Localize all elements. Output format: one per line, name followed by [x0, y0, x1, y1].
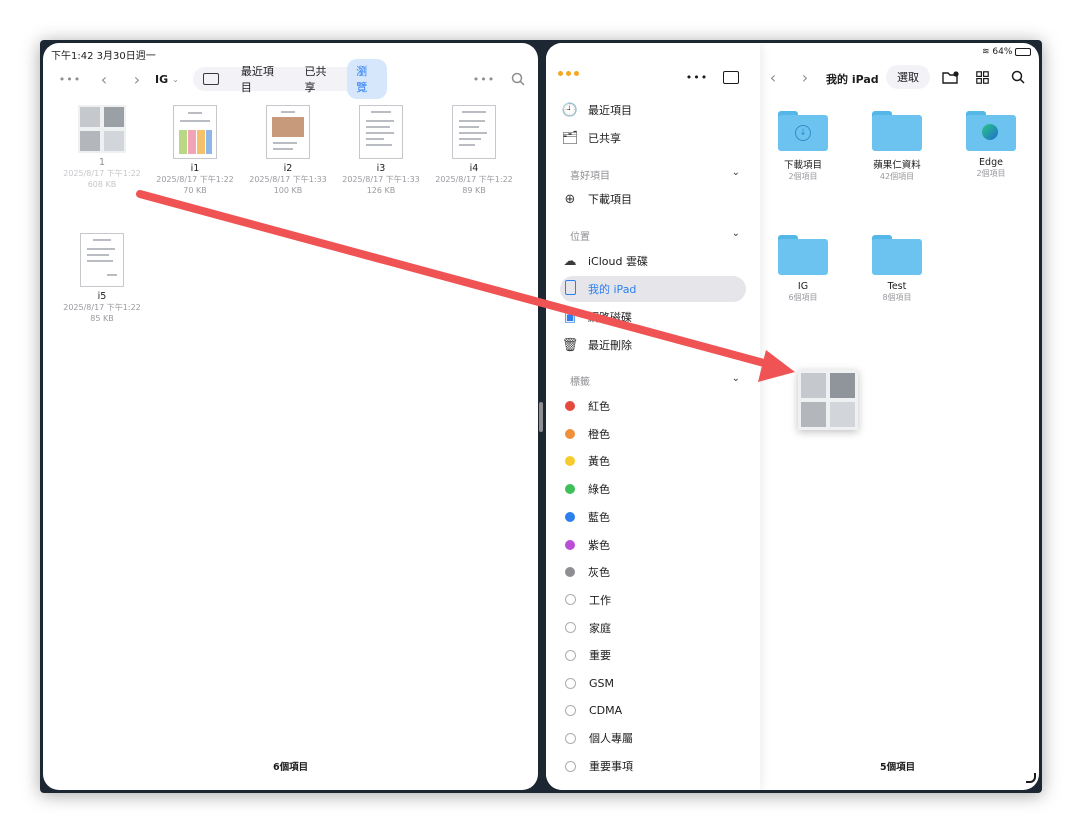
drag-arrow-icon	[136, 190, 795, 382]
